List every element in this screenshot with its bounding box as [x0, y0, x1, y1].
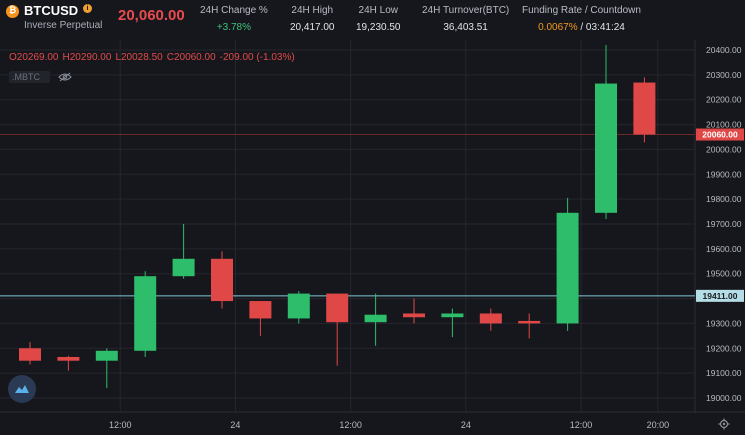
- stat-funding-rate: Funding Rate / Countdown 0.0067% / 03:41…: [522, 5, 641, 33]
- candle-up: [441, 313, 464, 318]
- gear-icon[interactable]: [718, 418, 730, 430]
- bitcoin-icon: ₿: [6, 5, 19, 18]
- stat-value: 20,417.00: [290, 22, 335, 33]
- candle-down: [57, 356, 80, 361]
- indicator-label[interactable]: .MBTC: [9, 71, 50, 83]
- stat-value: +3.78%: [216, 22, 252, 33]
- candle-down: [403, 313, 425, 318]
- y-tick-label: 19000.00: [706, 393, 742, 403]
- reference-price-label: 19411.00: [703, 291, 738, 301]
- y-tick-label: 20400.00: [706, 45, 742, 55]
- tradingview-logo[interactable]: [8, 375, 36, 403]
- ohlc-low: L20028.50: [115, 52, 163, 63]
- candle-down: [518, 320, 541, 324]
- symbol-name[interactable]: BTCUSD: [24, 3, 78, 18]
- last-price-label: 20060.00: [702, 130, 738, 140]
- x-tick-label: 12:00: [339, 420, 362, 430]
- ticker-header: ₿ BTCUSD i Inverse Perpetual 20,060.00 2…: [0, 0, 745, 40]
- ohlc-change: -209.00 (-1.03%): [219, 52, 295, 63]
- last-price: 20,060.00: [118, 7, 185, 24]
- ohlc-legend: O20269.00 H20290.00 L20028.50 C20060.00 -209…: [9, 52, 299, 63]
- candle-down: [211, 258, 233, 302]
- info-icon[interactable]: i: [83, 4, 92, 13]
- funding-rate-value: 0.0067%: [538, 22, 578, 33]
- stat-24h-high: 24H High 20,417.00: [290, 5, 335, 33]
- price-chart[interactable]: O20269.00 H20290.00 L20028.50 C20060.00 -209…: [0, 40, 745, 435]
- x-tick-label: 12:00: [570, 420, 593, 430]
- candle-up: [172, 258, 195, 277]
- stat-label: 24H Low: [358, 5, 398, 16]
- candlestick-chart[interactable]: 19000.0019100.0019200.0019300.0019400.00…: [0, 40, 745, 435]
- x-tick-label: 24: [230, 420, 240, 430]
- y-tick-label: 20300.00: [706, 70, 742, 80]
- stat-value: 36,403.51: [443, 22, 488, 33]
- y-tick-label: 20200.00: [706, 95, 742, 105]
- candle-up: [95, 350, 118, 361]
- x-tick-label: 12:00: [109, 420, 132, 430]
- y-tick-label: 19700.00: [706, 219, 742, 229]
- y-tick-label: 19600.00: [706, 244, 742, 254]
- contract-type: Inverse Perpetual: [24, 20, 103, 31]
- y-tick-label: 19800.00: [706, 194, 742, 204]
- candle-down: [479, 313, 502, 324]
- stat-value: 0.0067% / 03:41:24: [522, 22, 641, 33]
- candle-down: [19, 348, 41, 361]
- stat-24h-turnover: 24H Turnover(BTC) 36,403.51: [422, 5, 509, 33]
- stat-label: 24H High: [291, 5, 334, 16]
- candle-up: [134, 276, 157, 351]
- eye-hidden-icon[interactable]: [58, 72, 72, 82]
- stat-24h-low: 24H Low 19,230.50: [356, 5, 401, 33]
- x-tick-label: 24: [461, 420, 471, 430]
- y-tick-label: 19300.00: [706, 318, 742, 328]
- candle-down: [633, 82, 656, 135]
- x-tick-label: 20:00: [647, 420, 670, 430]
- ohlc-close: C20060.00: [166, 52, 216, 63]
- y-tick-label: 19100.00: [706, 368, 742, 378]
- y-tick-label: 20100.00: [706, 120, 742, 130]
- y-tick-label: 19500.00: [706, 269, 742, 279]
- candle-down: [249, 301, 272, 319]
- candle-up: [556, 212, 579, 324]
- indicator-row: .MBTC: [9, 70, 72, 84]
- ohlc-high: H20290.00: [62, 52, 112, 63]
- funding-countdown: / 03:41:24: [577, 22, 625, 33]
- candle-up: [287, 293, 310, 319]
- chart-logo-icon: [15, 385, 29, 393]
- ohlc-open: O20269.00: [9, 52, 59, 63]
- candle-up: [364, 314, 387, 323]
- y-tick-label: 20000.00: [706, 144, 742, 154]
- y-tick-label: 19900.00: [706, 169, 742, 179]
- stat-label: 24H Turnover(BTC): [422, 5, 510, 16]
- stat-label: Funding Rate / Countdown: [522, 5, 641, 16]
- stat-24h-change: 24H Change % +3.78%: [200, 5, 268, 33]
- candle-down: [326, 293, 349, 323]
- stat-label: 24H Change %: [200, 5, 268, 16]
- candle-up: [595, 83, 617, 213]
- stat-value: 19,230.50: [356, 22, 401, 33]
- y-tick-label: 19200.00: [706, 343, 742, 353]
